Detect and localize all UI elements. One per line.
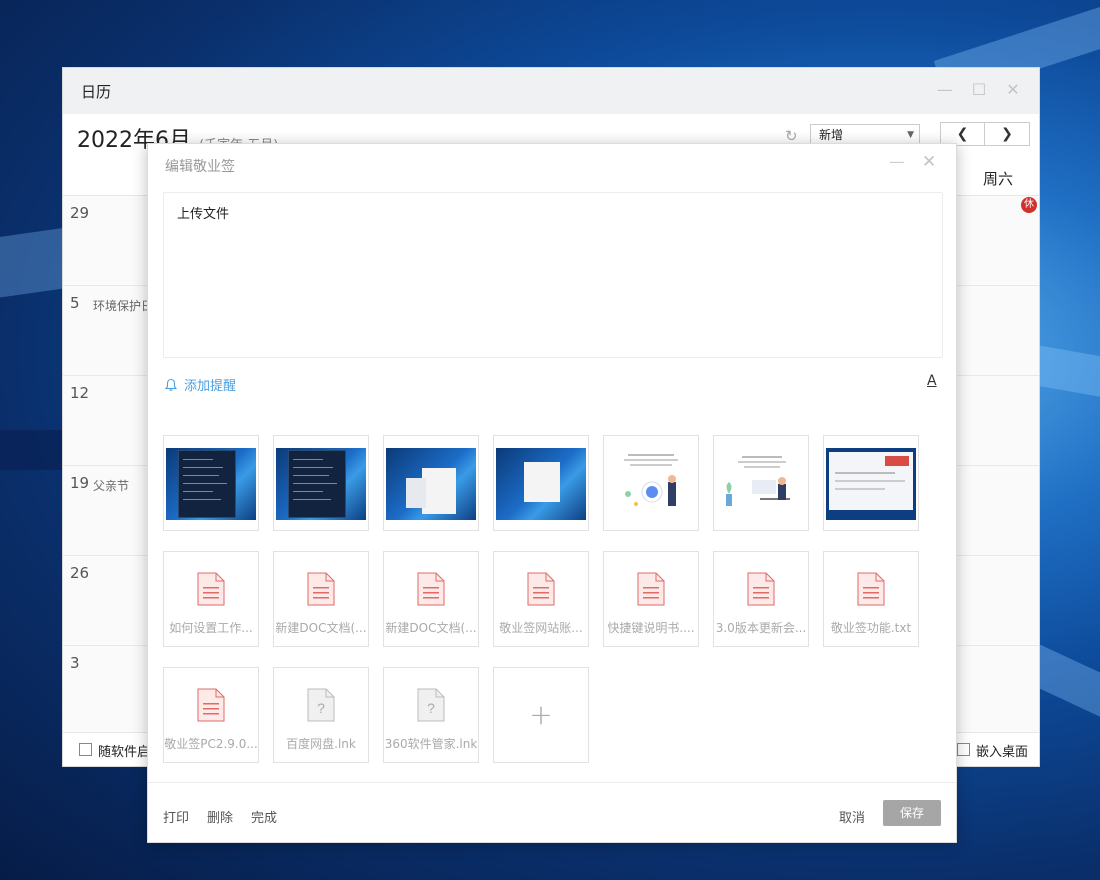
- refresh-icon[interactable]: ↻: [785, 128, 801, 144]
- chevron-down-icon: ▼: [907, 130, 914, 140]
- file-name: 敬业签网站账...: [499, 621, 583, 635]
- day-number: 3: [70, 654, 80, 672]
- bell-icon: [164, 378, 178, 391]
- desktop-shadow: [0, 430, 70, 470]
- maximize-icon[interactable]: ☐: [969, 80, 989, 100]
- cancel-button[interactable]: 取消: [839, 807, 865, 826]
- window-title: 日历: [81, 82, 112, 101]
- day-number: 29: [70, 204, 90, 222]
- image-thumbnail: [276, 448, 366, 520]
- unknown-file-icon: ?: [417, 688, 445, 722]
- print-button[interactable]: 打印: [163, 807, 189, 826]
- file-attachment[interactable]: 敬业签PC2.9.0...: [163, 667, 259, 763]
- document-icon: [527, 572, 555, 606]
- holiday-label: 父亲节: [93, 479, 130, 493]
- add-attachment-button[interactable]: +: [493, 667, 589, 763]
- image-thumbnail: [606, 448, 696, 520]
- document-icon: [307, 572, 335, 606]
- rest-badge: 休: [1021, 197, 1037, 213]
- close-icon[interactable]: ✕: [1003, 80, 1023, 100]
- holiday-label: 环境保护日: [93, 299, 154, 313]
- embed-desktop-label: 嵌入桌面: [976, 745, 1029, 760]
- new-select-value: 新增: [819, 128, 844, 142]
- file-attachment[interactable]: ? 360软件管家.lnk: [383, 667, 479, 763]
- document-icon: [637, 572, 665, 606]
- file-name: 新建DOC文档(...: [385, 621, 477, 635]
- document-icon: [747, 572, 775, 606]
- dialog-footer: 打印 删除 完成 取消 保存: [148, 782, 956, 842]
- minimize-icon[interactable]: —: [889, 152, 905, 171]
- file-name: 如何设置工作...: [169, 621, 253, 635]
- image-attachment[interactable]: [273, 435, 369, 531]
- weekday-saturday: 周六: [983, 170, 1014, 188]
- launch-with-software-checkbox[interactable]: [79, 743, 92, 756]
- delete-button[interactable]: 删除: [207, 807, 233, 826]
- file-attachment[interactable]: 3.0版本更新会...: [713, 551, 809, 647]
- file-attachment[interactable]: 如何设置工作...: [163, 551, 259, 647]
- file-attachment[interactable]: 快捷键说明书....: [603, 551, 699, 647]
- image-attachment[interactable]: [383, 435, 479, 531]
- next-month-button[interactable]: ❯: [985, 122, 1030, 146]
- edit-note-dialog: 编辑敬业签 — ✕ 上传文件 添加提醒 A 如何设置工作... 新建DOC文档(…: [147, 143, 957, 843]
- calendar-titlebar: 日历 — ☐ ✕: [63, 68, 1039, 114]
- add-reminder-button[interactable]: 添加提醒: [164, 375, 236, 394]
- save-button[interactable]: 保存: [883, 800, 941, 826]
- file-attachment[interactable]: 新建DOC文档(...: [383, 551, 479, 647]
- file-attachment[interactable]: 新建DOC文档(...: [273, 551, 369, 647]
- image-thumbnail: [826, 448, 916, 520]
- complete-button[interactable]: 完成: [251, 807, 277, 826]
- image-attachment[interactable]: [493, 435, 589, 531]
- file-attachment[interactable]: 敬业签网站账...: [493, 551, 589, 647]
- file-name: 敬业签PC2.9.0...: [164, 737, 258, 751]
- file-name: 百度网盘.lnk: [286, 737, 356, 751]
- unknown-file-icon: ?: [307, 688, 335, 722]
- minimize-icon[interactable]: —: [935, 80, 955, 100]
- file-name: 新建DOC文档(...: [275, 621, 367, 635]
- file-name: 快捷键说明书....: [607, 621, 695, 635]
- note-editor[interactable]: 上传文件: [163, 192, 943, 358]
- close-icon[interactable]: ✕: [922, 152, 936, 172]
- image-thumbnail: [496, 448, 586, 520]
- image-thumbnail: [166, 448, 256, 520]
- day-number: 26: [70, 564, 90, 582]
- image-thumbnail: [716, 448, 806, 520]
- file-attachment[interactable]: 敬业签功能.txt: [823, 551, 919, 647]
- document-icon: [197, 688, 225, 722]
- document-icon: [857, 572, 885, 606]
- image-attachment[interactable]: [163, 435, 259, 531]
- document-icon: [417, 572, 445, 606]
- document-icon: [197, 572, 225, 606]
- day-number: 12: [70, 384, 90, 402]
- dialog-title: 编辑敬业签: [165, 159, 235, 175]
- image-thumbnail: [386, 448, 476, 520]
- file-name: 3.0版本更新会...: [715, 621, 807, 635]
- font-style-icon[interactable]: A: [927, 373, 937, 389]
- svg-text:?: ?: [427, 700, 435, 716]
- note-content: 上传文件: [177, 207, 230, 222]
- file-name: 敬业签功能.txt: [830, 621, 912, 635]
- day-number: 19: [70, 474, 90, 492]
- image-attachment[interactable]: [603, 435, 699, 531]
- file-attachment[interactable]: ? 百度网盘.lnk: [273, 667, 369, 763]
- window-controls: — ☐ ✕: [935, 80, 1023, 100]
- day-number: 5: [70, 294, 80, 312]
- file-name: 360软件管家.lnk: [384, 737, 478, 751]
- embed-desktop-checkbox[interactable]: [957, 743, 970, 756]
- image-attachment[interactable]: [713, 435, 809, 531]
- svg-text:?: ?: [317, 700, 325, 716]
- image-attachment[interactable]: [823, 435, 919, 531]
- plus-icon: +: [529, 698, 553, 731]
- add-reminder-label: 添加提醒: [184, 379, 237, 394]
